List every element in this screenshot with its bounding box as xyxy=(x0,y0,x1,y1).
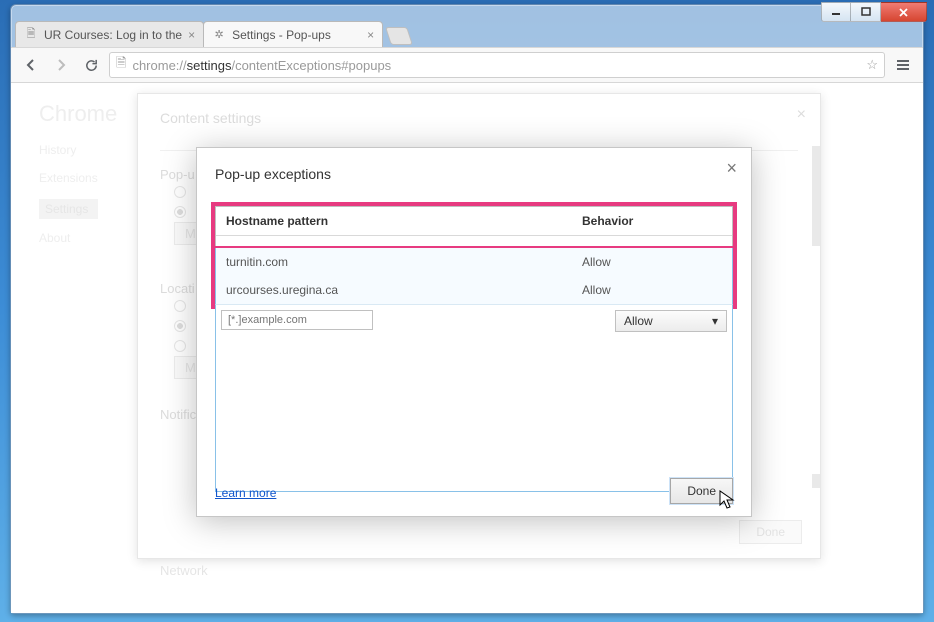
section-popups: Pop-u xyxy=(160,167,195,182)
maximize-button[interactable] xyxy=(851,2,881,22)
browser-window: 🗎 UR Courses: Log in to the × ✲ Settings… xyxy=(10,4,924,614)
brand-label: Chrome xyxy=(39,101,117,127)
exceptions-input-area: Allow ▾ xyxy=(215,304,733,492)
minimize-button[interactable] xyxy=(821,2,851,22)
section-notifications: Notific xyxy=(160,407,196,422)
content-settings-title: Content settings xyxy=(160,110,261,126)
done-button[interactable]: Done xyxy=(670,478,733,504)
content-settings-done: Done xyxy=(739,520,802,544)
tab-title: UR Courses: Log in to the xyxy=(44,28,182,42)
tab-close-icon[interactable]: × xyxy=(188,28,195,42)
close-window-button[interactable] xyxy=(881,2,927,22)
tab-settings[interactable]: ✲ Settings - Pop-ups × xyxy=(203,21,383,47)
reload-button[interactable] xyxy=(79,53,103,77)
close-icon[interactable]: × xyxy=(726,158,737,179)
cell-hostname: turnitin.com xyxy=(226,255,582,269)
gear-icon: ✲ xyxy=(212,28,226,42)
exceptions-table-highlight: Hostname pattern Behavior xyxy=(211,202,737,250)
tab-close-icon[interactable]: × xyxy=(367,28,374,42)
new-tab-button[interactable] xyxy=(385,27,413,45)
page-icon: 🗎 xyxy=(24,28,38,42)
table-row[interactable]: turnitin.com Allow xyxy=(216,248,732,276)
behavior-select[interactable]: Allow ▾ xyxy=(615,310,727,332)
sidebar-item-settings: Settings xyxy=(39,199,98,219)
url-host: settings xyxy=(187,58,232,73)
chrome-menu-button[interactable] xyxy=(891,53,915,77)
popup-exceptions-dialog: Pop-up exceptions × Hostname pattern Beh… xyxy=(196,147,752,517)
titlebar xyxy=(11,5,923,19)
exceptions-rows-highlight: turnitin.com Allow urcourses.uregina.ca … xyxy=(211,248,737,309)
address-bar[interactable]: 🗎 chrome://settings/contentExceptions#po… xyxy=(109,52,885,78)
page-content: Chrome History Extensions Settings About… xyxy=(11,83,923,613)
scrollbar xyxy=(812,146,820,246)
radio-icon xyxy=(174,320,186,332)
dialog-title: Pop-up exceptions xyxy=(215,166,331,182)
radio-icon xyxy=(174,340,186,352)
section-location: Locati xyxy=(160,281,195,296)
column-hostname: Hostname pattern xyxy=(226,214,582,228)
section-network: Network xyxy=(160,563,208,578)
window-controls xyxy=(821,2,927,22)
toolbar: 🗎 chrome://settings/contentExceptions#po… xyxy=(11,47,923,83)
radio-icon xyxy=(174,186,186,198)
chevron-down-icon: ▾ xyxy=(712,314,718,328)
url-scheme: chrome:// xyxy=(132,58,186,73)
table-header: Hostname pattern Behavior xyxy=(216,207,732,236)
sidebar-item-history: History xyxy=(39,143,76,157)
cell-behavior: Allow xyxy=(582,255,722,269)
tab-title: Settings - Pop-ups xyxy=(232,28,361,42)
cell-behavior: Allow xyxy=(582,283,722,297)
page-icon: 🗎 xyxy=(116,54,126,76)
learn-more-link[interactable]: Learn more xyxy=(215,486,276,500)
hostname-input[interactable] xyxy=(221,310,373,330)
tab-strip: 🗎 UR Courses: Log in to the × ✲ Settings… xyxy=(11,19,923,47)
forward-button[interactable] xyxy=(49,53,73,77)
cell-hostname: urcourses.uregina.ca xyxy=(226,283,582,297)
tab-urcourses[interactable]: 🗎 UR Courses: Log in to the × xyxy=(15,21,204,47)
column-behavior: Behavior xyxy=(582,214,722,228)
behavior-select-value: Allow xyxy=(624,314,653,328)
sidebar-item-extensions: Extensions xyxy=(39,171,98,185)
scrollbar xyxy=(812,474,820,488)
bookmark-star-icon[interactable]: ☆ xyxy=(866,57,878,73)
table-row[interactable]: urcourses.uregina.ca Allow xyxy=(216,276,732,304)
url-text: chrome://settings/contentExceptions#popu… xyxy=(132,58,391,73)
radio-icon xyxy=(174,206,186,218)
url-path: /contentExceptions#popups xyxy=(231,58,391,73)
sidebar-item-about: About xyxy=(39,231,70,245)
radio-icon xyxy=(174,300,186,312)
close-icon: × xyxy=(797,106,806,124)
back-button[interactable] xyxy=(19,53,43,77)
